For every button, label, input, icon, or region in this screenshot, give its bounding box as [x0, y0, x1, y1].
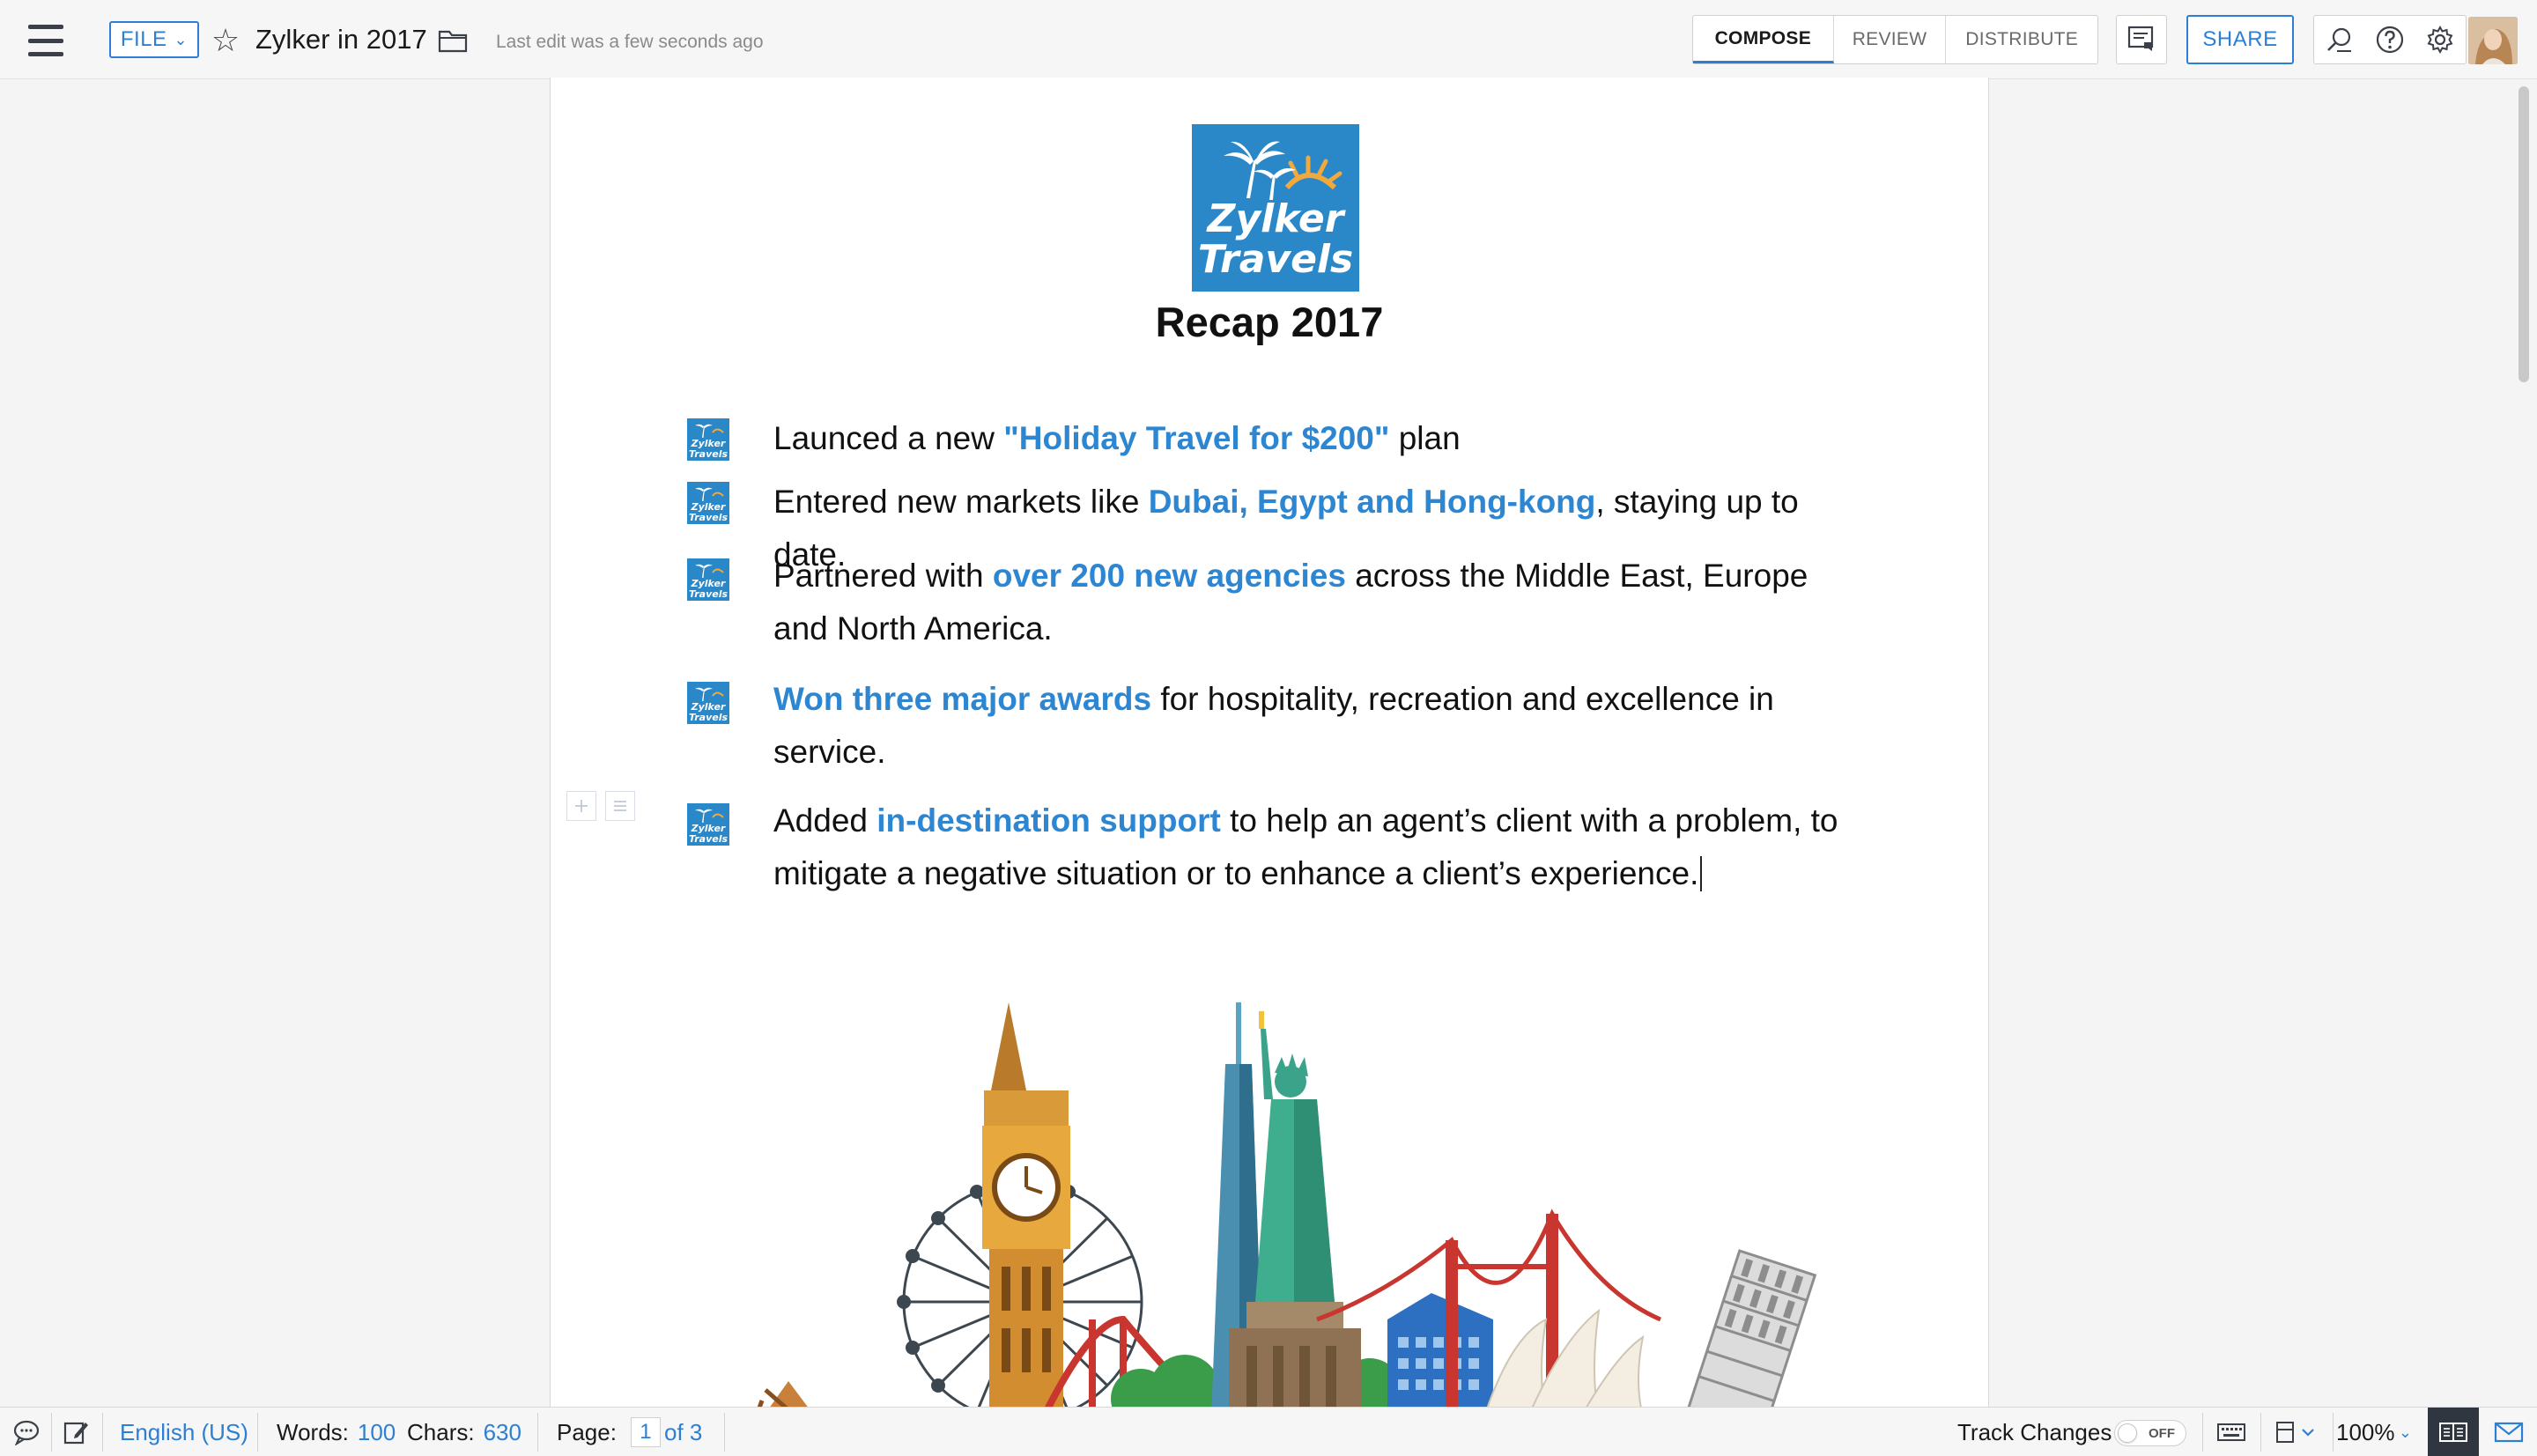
zoom-selector[interactable]: 100% ⌄ — [2336, 1408, 2417, 1456]
zoom-value: 100% — [2336, 1418, 2395, 1445]
track-changes-toggle[interactable]: OFF — [2114, 1420, 2186, 1446]
gear-icon[interactable] — [2417, 17, 2463, 63]
svg-text:Travels: Travels — [689, 448, 729, 460]
zylker-bullet-icon: Zylker Travels — [687, 558, 729, 601]
zylker-travels-logo: Zylker Travels — [1192, 124, 1359, 292]
mail-icon[interactable] — [2486, 1408, 2532, 1456]
text-highlight: Won three major awards — [773, 681, 1152, 717]
text-highlight: Dubai, Egypt and Hong-kong — [1148, 484, 1596, 520]
divider — [2202, 1413, 2203, 1452]
language-selector[interactable]: English (US) — [120, 1408, 248, 1456]
search-icon[interactable] — [2317, 17, 2363, 63]
divider — [2333, 1413, 2334, 1452]
zylker-bullet-icon: Zylker Travels — [687, 482, 729, 524]
comment-icon[interactable] — [9, 1408, 44, 1456]
vertical-scrollbar[interactable] — [2519, 86, 2529, 382]
svg-text:Travels: Travels — [689, 833, 729, 845]
page-navigator: Page: — [557, 1408, 661, 1456]
words-label: Words: — [277, 1418, 349, 1445]
file-menu-button[interactable]: FILE ⌄ — [109, 21, 199, 58]
list-item-text[interactable]: Won three major awards for hospitality, … — [773, 673, 1848, 779]
page-total: of 3 — [664, 1418, 703, 1445]
comment-panel-icon[interactable] — [2116, 15, 2167, 64]
page-label: Page: — [557, 1418, 617, 1445]
world-landmarks-illustration — [753, 1002, 1837, 1408]
folder-icon[interactable] — [435, 23, 470, 58]
read-mode-icon[interactable] — [2428, 1408, 2479, 1456]
list-item-text[interactable]: Added in-destination support to help an … — [773, 795, 1848, 900]
chars-value: 630 — [483, 1418, 521, 1445]
top-toolbar: FILE ⌄ ☆ Zylker in 2017 Last edit was a … — [0, 0, 2537, 79]
keyboard-icon[interactable] — [2211, 1408, 2252, 1456]
chevron-down-icon: ⌄ — [2398, 1423, 2412, 1441]
divider — [257, 1413, 258, 1452]
paragraph-options-icon[interactable] — [605, 791, 635, 821]
text-plain: Launced a new — [773, 420, 1004, 456]
svg-text:Travels: Travels — [689, 512, 729, 523]
toggle-knob — [2118, 1423, 2137, 1443]
mode-tabs: COMPOSE REVIEW DISTRIBUTE — [1692, 15, 2098, 64]
tab-compose[interactable]: COMPOSE — [1693, 16, 1834, 63]
logo-text-line2: Travels — [1198, 237, 1353, 282]
status-bar: English (US) Words: 100 Chars: 630 Page:… — [0, 1407, 2537, 1456]
zylker-bullet-icon: Zylker Travels — [687, 803, 729, 846]
divider — [102, 1413, 103, 1452]
text-highlight: over 200 new agencies — [992, 558, 1346, 594]
divider — [537, 1413, 538, 1452]
track-changes-label: Track Changes — [1957, 1418, 2112, 1445]
star-icon[interactable]: ☆ — [206, 21, 245, 60]
divider — [2260, 1413, 2261, 1452]
list-item-text[interactable]: Launced a new "Holiday Travel for $200" … — [773, 412, 1848, 465]
word-count[interactable]: Words: 100 — [277, 1408, 396, 1456]
divider — [724, 1413, 725, 1452]
svg-text:Travels: Travels — [689, 712, 729, 723]
tab-distribute[interactable]: DISTRIBUTE — [1946, 16, 2097, 63]
document-heading[interactable]: Recap 2017 — [551, 298, 1988, 359]
text-plain: Partnered with — [773, 558, 993, 594]
text-plain: Added — [773, 802, 877, 839]
divider — [51, 1413, 52, 1452]
zylker-bullet-icon: Zylker Travels — [687, 418, 729, 461]
text-highlight: "Holiday Travel for $200" — [1003, 420, 1390, 456]
list-item-text[interactable]: Partnered with over 200 new agencies acr… — [773, 550, 1848, 655]
share-button[interactable]: SHARE — [2186, 15, 2294, 64]
logo-text-line1: Zylker — [1206, 196, 1346, 241]
tab-review[interactable]: REVIEW — [1834, 16, 1947, 63]
char-count[interactable]: Chars: 630 — [407, 1408, 521, 1456]
last-edit-status: Last edit was a few seconds ago — [496, 32, 764, 52]
edit-notes-icon[interactable] — [58, 1408, 93, 1456]
toggle-state: OFF — [2149, 1425, 2175, 1441]
text-highlight: in-destination support — [876, 802, 1221, 839]
menu-icon[interactable] — [25, 23, 67, 58]
chevron-down-icon: ⌄ — [174, 30, 189, 48]
block-insert-tools — [566, 791, 637, 821]
right-tools-group — [2313, 15, 2467, 64]
add-block-icon[interactable] — [566, 791, 596, 821]
chars-label: Chars: — [407, 1418, 475, 1445]
avatar[interactable] — [2468, 17, 2518, 64]
words-value: 100 — [357, 1418, 396, 1445]
document-page[interactable]: Zylker Travels Recap 2017 Zylker Travels … — [550, 78, 1989, 1408]
file-menu-label: FILE — [120, 27, 167, 51]
svg-text:Travels: Travels — [689, 588, 729, 600]
document-title[interactable]: Zylker in 2017 — [255, 19, 427, 60]
zylker-bullet-icon: Zylker Travels — [687, 682, 729, 724]
help-icon[interactable] — [2367, 17, 2413, 63]
page-layout-icon[interactable] — [2266, 1408, 2327, 1456]
text-plain: plan — [1389, 420, 1461, 456]
text-plain: Entered new markets like — [773, 484, 1149, 520]
page-number-input[interactable] — [630, 1417, 661, 1447]
text-cursor — [1700, 856, 1703, 891]
